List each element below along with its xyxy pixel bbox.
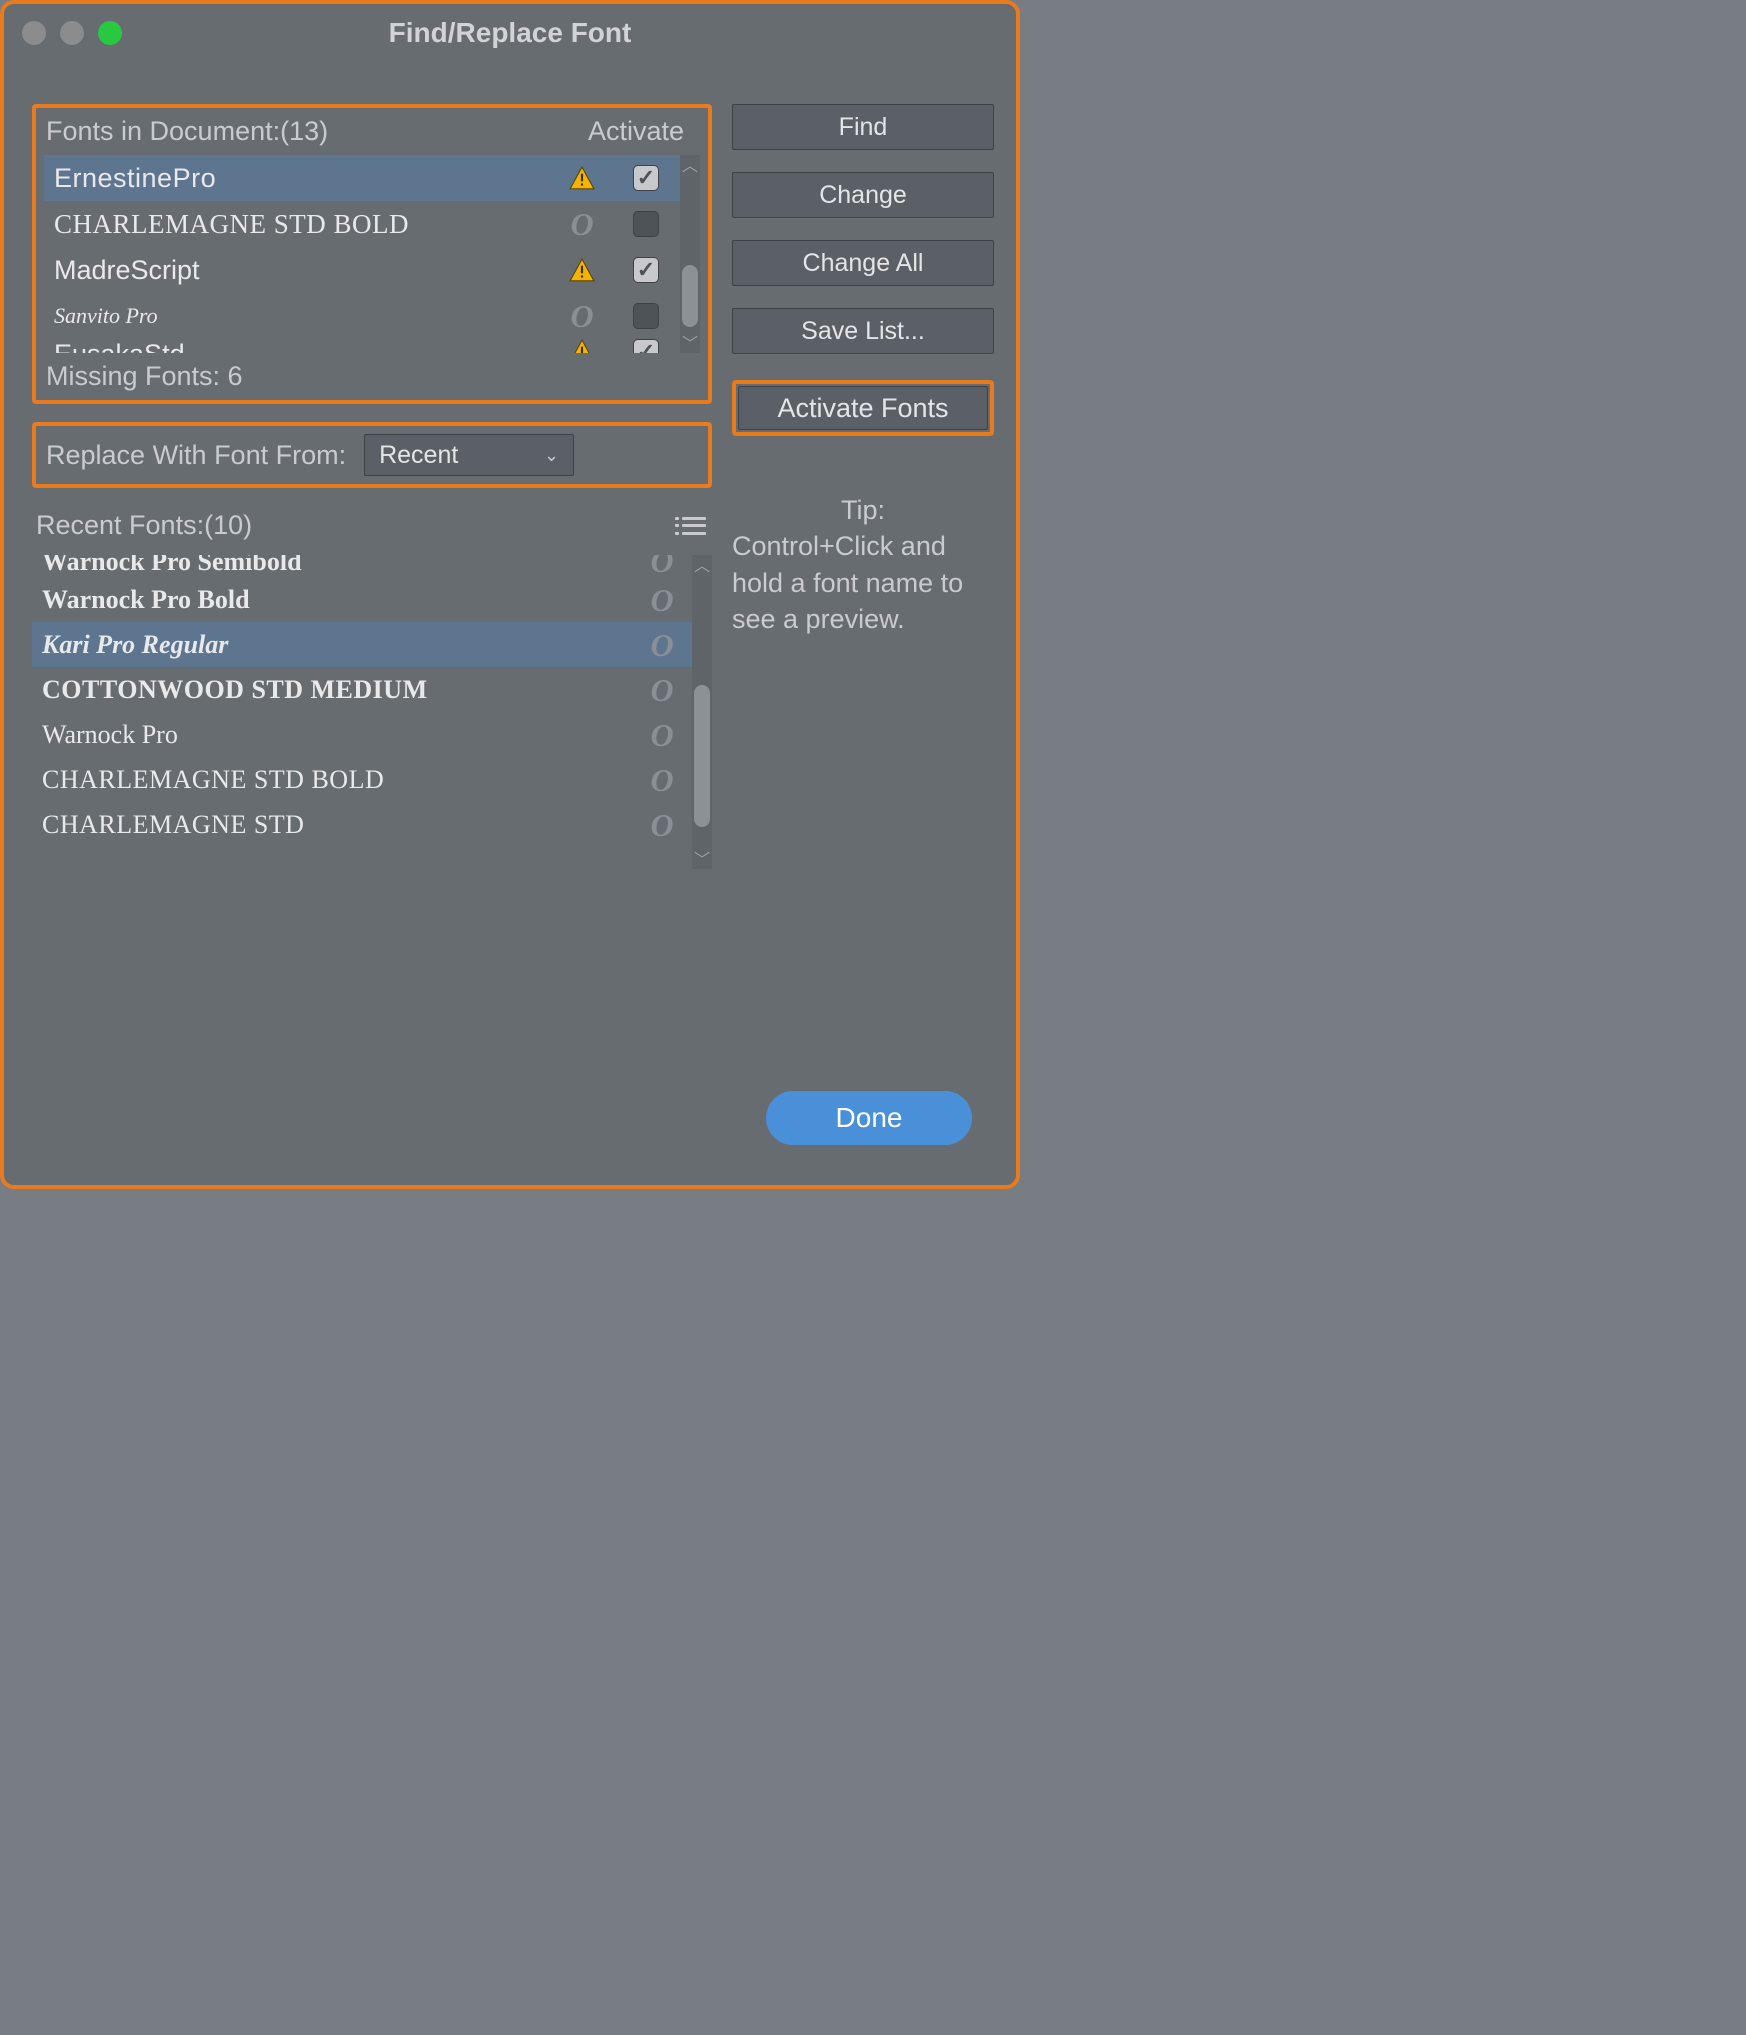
- tip-body: Control+Click and hold a font name to se…: [732, 528, 994, 637]
- fonts-in-document-label: Fonts in Document:: [46, 116, 280, 147]
- minimize-icon[interactable]: [60, 21, 84, 45]
- warning-icon: [552, 166, 612, 190]
- recent-font-row[interactable]: CHARLEMAGNE STDO: [32, 802, 692, 847]
- scrollbar-thumb[interactable]: [682, 265, 698, 327]
- opentype-icon: O: [632, 764, 692, 796]
- document-font-row[interactable]: ErnestinePro: [44, 155, 680, 201]
- activate-checkbox[interactable]: [633, 165, 659, 191]
- font-name: ErnestinePro: [54, 163, 552, 194]
- font-name: Kari Pro Regular: [42, 630, 632, 660]
- find-replace-font-window: Find/Replace Font Fonts in Document: (13…: [0, 0, 1020, 1189]
- opentype-icon: O: [632, 629, 692, 661]
- replace-with-label: Replace With Font From:: [46, 440, 346, 471]
- recent-font-row[interactable]: Warnock Pro SemiboldO: [32, 555, 692, 577]
- font-name: Warnock Pro Bold: [42, 585, 632, 615]
- font-name: Sanvito Pro: [54, 303, 552, 329]
- opentype-icon: O: [552, 208, 612, 240]
- opentype-icon: O: [632, 809, 692, 841]
- list-view-icon[interactable]: [682, 517, 706, 535]
- recent-font-row[interactable]: CHARLEMAGNE STD BOLDO: [32, 757, 692, 802]
- document-fonts-list: ErnestineProCHARLEMAGNE STD BOLDOMadreSc…: [44, 155, 700, 353]
- activate-checkbox[interactable]: [633, 303, 659, 329]
- dropdown-value: Recent: [379, 441, 458, 470]
- opentype-icon: O: [552, 300, 612, 332]
- document-font-row[interactable]: MadreScript: [44, 247, 680, 293]
- activate-checkbox[interactable]: [633, 339, 659, 353]
- scrollbar-thumb[interactable]: [694, 685, 710, 827]
- scrollbar[interactable]: ︿ ﹀: [680, 155, 700, 353]
- recent-fonts-count: (10): [204, 510, 252, 541]
- activate-checkbox[interactable]: [633, 211, 659, 237]
- scrollbar[interactable]: ︿ ﹀: [692, 555, 712, 869]
- tip-label: Tip:: [732, 492, 994, 528]
- replace-with-section: Replace With Font From: Recent ⌄: [32, 422, 712, 488]
- scroll-up-icon[interactable]: ︿: [680, 155, 700, 173]
- font-name: CHARLEMAGNE STD BOLD: [54, 209, 552, 240]
- recent-fonts-label: Recent Fonts:: [36, 510, 204, 541]
- font-name: Warnock Pro: [42, 720, 632, 750]
- find-button[interactable]: Find: [732, 104, 994, 150]
- window-title: Find/Replace Font: [4, 17, 1016, 49]
- done-button[interactable]: Done: [766, 1091, 972, 1145]
- close-icon[interactable]: [22, 21, 46, 45]
- scroll-down-icon[interactable]: ﹀: [692, 849, 712, 867]
- opentype-icon: O: [632, 584, 692, 616]
- recent-fonts-list: Warnock Pro SemiboldOWarnock Pro BoldOKa…: [32, 555, 712, 869]
- opentype-icon: O: [632, 719, 692, 751]
- activate-checkbox[interactable]: [633, 257, 659, 283]
- document-font-row[interactable]: Sanvito ProO: [44, 293, 680, 339]
- scroll-up-icon[interactable]: ︿: [692, 555, 712, 573]
- maximize-icon[interactable]: [98, 21, 122, 45]
- replace-source-dropdown[interactable]: Recent ⌄: [364, 434, 574, 476]
- warning-icon: [552, 339, 612, 353]
- document-font-row[interactable]: EusakaStd: [44, 339, 680, 353]
- missing-fonts-count: Missing Fonts: 6: [44, 353, 700, 392]
- tip-text: Tip: Control+Click and hold a font name …: [732, 492, 994, 638]
- font-name: MadreScript: [54, 255, 552, 286]
- recent-font-row[interactable]: COTTONWOOD STD MEDIUMO: [32, 667, 692, 712]
- chevron-down-icon: ⌄: [544, 445, 559, 466]
- opentype-icon: O: [632, 674, 692, 706]
- document-font-row[interactable]: CHARLEMAGNE STD BOLDO: [44, 201, 680, 247]
- activate-fonts-highlight: Activate Fonts: [732, 380, 994, 436]
- fonts-in-document-section: Fonts in Document: (13) Activate Ernesti…: [32, 104, 712, 404]
- recent-font-row[interactable]: Warnock ProO: [32, 712, 692, 757]
- opentype-icon: O: [632, 555, 692, 577]
- activate-column-header: Activate: [588, 116, 684, 147]
- font-name: Warnock Pro Semibold: [42, 555, 632, 577]
- save-list-button[interactable]: Save List...: [732, 308, 994, 354]
- recent-font-row[interactable]: Kari Pro RegularO: [32, 622, 692, 667]
- font-name: COTTONWOOD STD MEDIUM: [42, 675, 632, 705]
- recent-font-row[interactable]: Warnock Pro BoldO: [32, 577, 692, 622]
- fonts-in-document-count: (13): [280, 116, 328, 147]
- titlebar: Find/Replace Font: [4, 4, 1016, 62]
- font-name: CHARLEMAGNE STD BOLD: [42, 765, 632, 795]
- change-all-button[interactable]: Change All: [732, 240, 994, 286]
- change-button[interactable]: Change: [732, 172, 994, 218]
- warning-icon: [552, 258, 612, 282]
- scroll-down-icon[interactable]: ﹀: [680, 333, 700, 351]
- font-name: EusakaStd: [54, 339, 552, 353]
- font-name: CHARLEMAGNE STD: [42, 810, 632, 840]
- activate-fonts-button[interactable]: Activate Fonts: [738, 386, 988, 430]
- traffic-lights: [22, 21, 122, 45]
